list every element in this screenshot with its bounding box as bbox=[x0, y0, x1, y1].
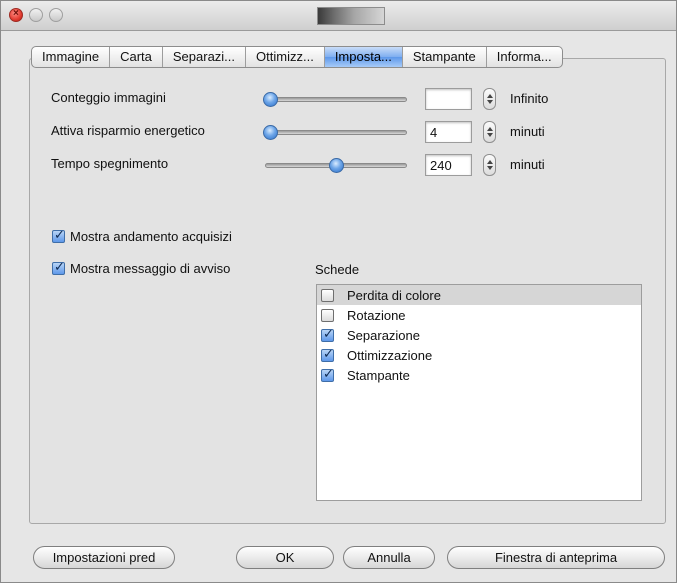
stepper-up-icon bbox=[487, 94, 493, 98]
tab-separazione[interactable]: Separazi... bbox=[163, 47, 247, 67]
image-count-slider-knob[interactable] bbox=[263, 92, 278, 107]
show-progress-label: Mostra andamento acquisizi bbox=[70, 229, 232, 244]
list-item-label: Perdita di colore bbox=[347, 287, 441, 303]
show-warning-checkbox-row[interactable]: Mostra messaggio di avviso bbox=[52, 260, 231, 276]
minimize-window-button[interactable] bbox=[29, 8, 43, 22]
image-count-slider-track[interactable] bbox=[265, 97, 407, 102]
list-item-checkbox[interactable] bbox=[321, 288, 334, 302]
power-off-stepper[interactable] bbox=[483, 154, 496, 176]
stepper-down-icon bbox=[487, 166, 493, 170]
list-item[interactable]: Rotazione bbox=[317, 305, 641, 325]
power-saving-label: Attiva risparmio energetico bbox=[51, 123, 205, 138]
stepper-down-icon bbox=[487, 100, 493, 104]
show-progress-checkbox[interactable] bbox=[52, 228, 65, 243]
power-saving-field[interactable]: 4 bbox=[425, 121, 472, 143]
title-proxy-image bbox=[317, 7, 385, 25]
schede-label: Schede bbox=[315, 262, 360, 277]
title-bar[interactable]: × bbox=[1, 1, 676, 31]
close-window-button[interactable]: × bbox=[9, 8, 23, 22]
tab-bar: Immagine Carta Separazi... Ottimizz... I… bbox=[31, 46, 563, 68]
list-item-checkbox[interactable] bbox=[321, 367, 334, 382]
show-progress-checkbox-row[interactable]: Mostra andamento acquisizi bbox=[52, 228, 232, 244]
tab-ottimizzazione[interactable]: Ottimizz... bbox=[246, 47, 325, 67]
tab-immagine[interactable]: Immagine bbox=[32, 47, 111, 67]
tab-informazioni[interactable]: Informa... bbox=[487, 47, 562, 67]
stepper-up-icon bbox=[487, 127, 493, 131]
close-icon: × bbox=[13, 8, 19, 19]
power-saving-slider-track[interactable] bbox=[265, 130, 407, 135]
power-saving-slider-knob[interactable] bbox=[263, 125, 278, 140]
list-item-checkbox[interactable] bbox=[321, 327, 334, 342]
defaults-button[interactable]: Impostazioni pred bbox=[33, 546, 175, 569]
image-count-unit: Infinito bbox=[510, 91, 549, 106]
stepper-up-icon bbox=[487, 160, 493, 164]
tab-carta[interactable]: Carta bbox=[110, 47, 163, 67]
list-item[interactable]: Ottimizzazione bbox=[317, 345, 641, 365]
show-warning-label: Mostra messaggio di avviso bbox=[70, 261, 231, 276]
preview-window-button[interactable]: Finestra di anteprima bbox=[447, 546, 665, 569]
list-item[interactable]: Stampante bbox=[317, 365, 641, 385]
list-item[interactable]: Separazione bbox=[317, 325, 641, 345]
image-count-stepper[interactable] bbox=[483, 88, 496, 110]
power-off-label: Tempo spegnimento bbox=[51, 156, 169, 171]
tab-impostazioni[interactable]: Imposta... bbox=[324, 47, 403, 67]
schede-list[interactable]: Perdita di colore Rotazione Separazione … bbox=[316, 284, 642, 501]
power-off-unit: minuti bbox=[510, 157, 545, 172]
show-warning-checkbox[interactable] bbox=[52, 260, 65, 275]
list-item[interactable]: Perdita di colore bbox=[317, 285, 641, 305]
cancel-button[interactable]: Annulla bbox=[343, 546, 435, 569]
tab-stampante[interactable]: Stampante bbox=[403, 47, 487, 67]
power-saving-stepper[interactable] bbox=[483, 121, 496, 143]
list-item-label: Separazione bbox=[347, 327, 420, 343]
stepper-down-icon bbox=[487, 133, 493, 137]
image-count-label: Conteggio immagini bbox=[51, 90, 166, 105]
ok-button[interactable]: OK bbox=[236, 546, 334, 569]
power-off-slider-knob[interactable] bbox=[328, 158, 344, 173]
list-item-label: Stampante bbox=[347, 367, 410, 383]
dialog-window: × Immagine Carta Separazi... Ottimizz...… bbox=[0, 0, 677, 583]
list-item-checkbox[interactable] bbox=[321, 308, 334, 322]
power-saving-unit: minuti bbox=[510, 124, 545, 139]
list-item-checkbox[interactable] bbox=[321, 347, 334, 362]
power-off-field[interactable]: 240 bbox=[425, 154, 472, 176]
image-count-field[interactable] bbox=[425, 88, 472, 110]
list-item-label: Ottimizzazione bbox=[347, 347, 433, 363]
list-item-label: Rotazione bbox=[347, 307, 406, 323]
zoom-window-button[interactable] bbox=[49, 8, 63, 22]
